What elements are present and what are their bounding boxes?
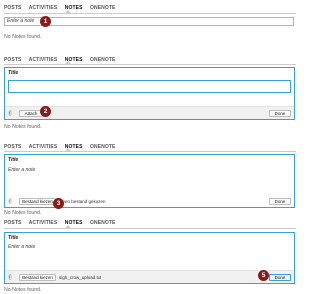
tab-activities[interactable]: ACTIVITIES xyxy=(29,5,58,11)
active-tab-indicator xyxy=(65,225,71,228)
tab-bar: POSTS ACTIVITIES NOTES ONENOTE xyxy=(4,57,121,63)
paperclip-icon xyxy=(8,110,12,116)
tab-underline xyxy=(4,228,296,229)
no-notes-text: No Notes found. xyxy=(4,210,42,216)
tab-bar: POSTS ACTIVITIES NOTES ONENOTE xyxy=(4,144,121,150)
note-text-area[interactable]: Enter a note xyxy=(8,244,35,250)
active-tab-indicator xyxy=(65,148,71,151)
active-tab-indicator xyxy=(65,10,71,13)
paperclip-icon xyxy=(8,198,12,204)
tab-bar: POSTS ACTIVITIES NOTES ONENOTE xyxy=(4,220,121,226)
no-notes-text: No Notes found. xyxy=(4,34,42,40)
tab-posts[interactable]: POSTS xyxy=(4,144,21,150)
note-text-area[interactable]: Enter a note xyxy=(8,167,35,173)
note-title-label[interactable]: Title xyxy=(8,235,18,241)
note-editor-footer: Bestand kiezen sigh_crow_upload.txt Done xyxy=(5,270,294,283)
note-title-label[interactable]: Title xyxy=(8,157,18,163)
tab-bar: POSTS ACTIVITIES NOTES ONENOTE xyxy=(4,5,121,11)
no-notes-text: No Notes found. xyxy=(4,124,42,130)
paperclip-icon xyxy=(8,274,12,280)
step-badge-3: 3 xyxy=(53,198,64,209)
tab-posts[interactable]: POSTS xyxy=(4,220,21,226)
done-button[interactable]: Done xyxy=(269,274,291,281)
no-notes-text: No Notes found. xyxy=(4,287,42,293)
tab-onenote[interactable]: ONENOTE xyxy=(90,5,115,11)
tab-underline xyxy=(4,13,296,14)
tab-posts[interactable]: POSTS xyxy=(4,57,21,63)
note-title-label[interactable]: Title xyxy=(8,70,18,76)
note-editor-footer: Bestand kiezen Geen bestand gekozen Done xyxy=(5,195,294,207)
note-editor: Title Enter a note Bestand kiezen sigh_c… xyxy=(4,232,295,284)
step-badge-1: 1 xyxy=(40,16,51,27)
tab-activities[interactable]: ACTIVITIES xyxy=(29,144,58,150)
step-badge-2: 2 xyxy=(40,106,51,117)
choose-file-button[interactable]: Bestand kiezen xyxy=(19,198,56,205)
active-tab-indicator xyxy=(65,61,71,64)
done-button[interactable]: Done xyxy=(269,110,291,117)
choose-file-button[interactable]: Bestand kiezen xyxy=(19,274,56,281)
note-text-area[interactable] xyxy=(8,80,291,93)
tab-posts[interactable]: POSTS xyxy=(4,5,21,11)
done-button[interactable]: Done xyxy=(269,198,291,205)
file-status-text: sigh_crow_upload.txt xyxy=(59,275,102,280)
tab-underline xyxy=(4,64,296,65)
tab-onenote[interactable]: ONENOTE xyxy=(90,57,115,63)
tab-activities[interactable]: ACTIVITIES xyxy=(29,57,58,63)
note-editor: Title Enter a note Bestand kiezen Geen b… xyxy=(4,154,295,208)
file-status-text: Geen bestand gekozen xyxy=(59,199,106,204)
tab-onenote[interactable]: ONENOTE xyxy=(90,144,115,150)
step-badge-5: 5 xyxy=(258,270,269,281)
tab-activities[interactable]: ACTIVITIES xyxy=(29,220,58,226)
tab-underline xyxy=(4,151,296,152)
tab-onenote[interactable]: ONENOTE xyxy=(90,220,115,226)
